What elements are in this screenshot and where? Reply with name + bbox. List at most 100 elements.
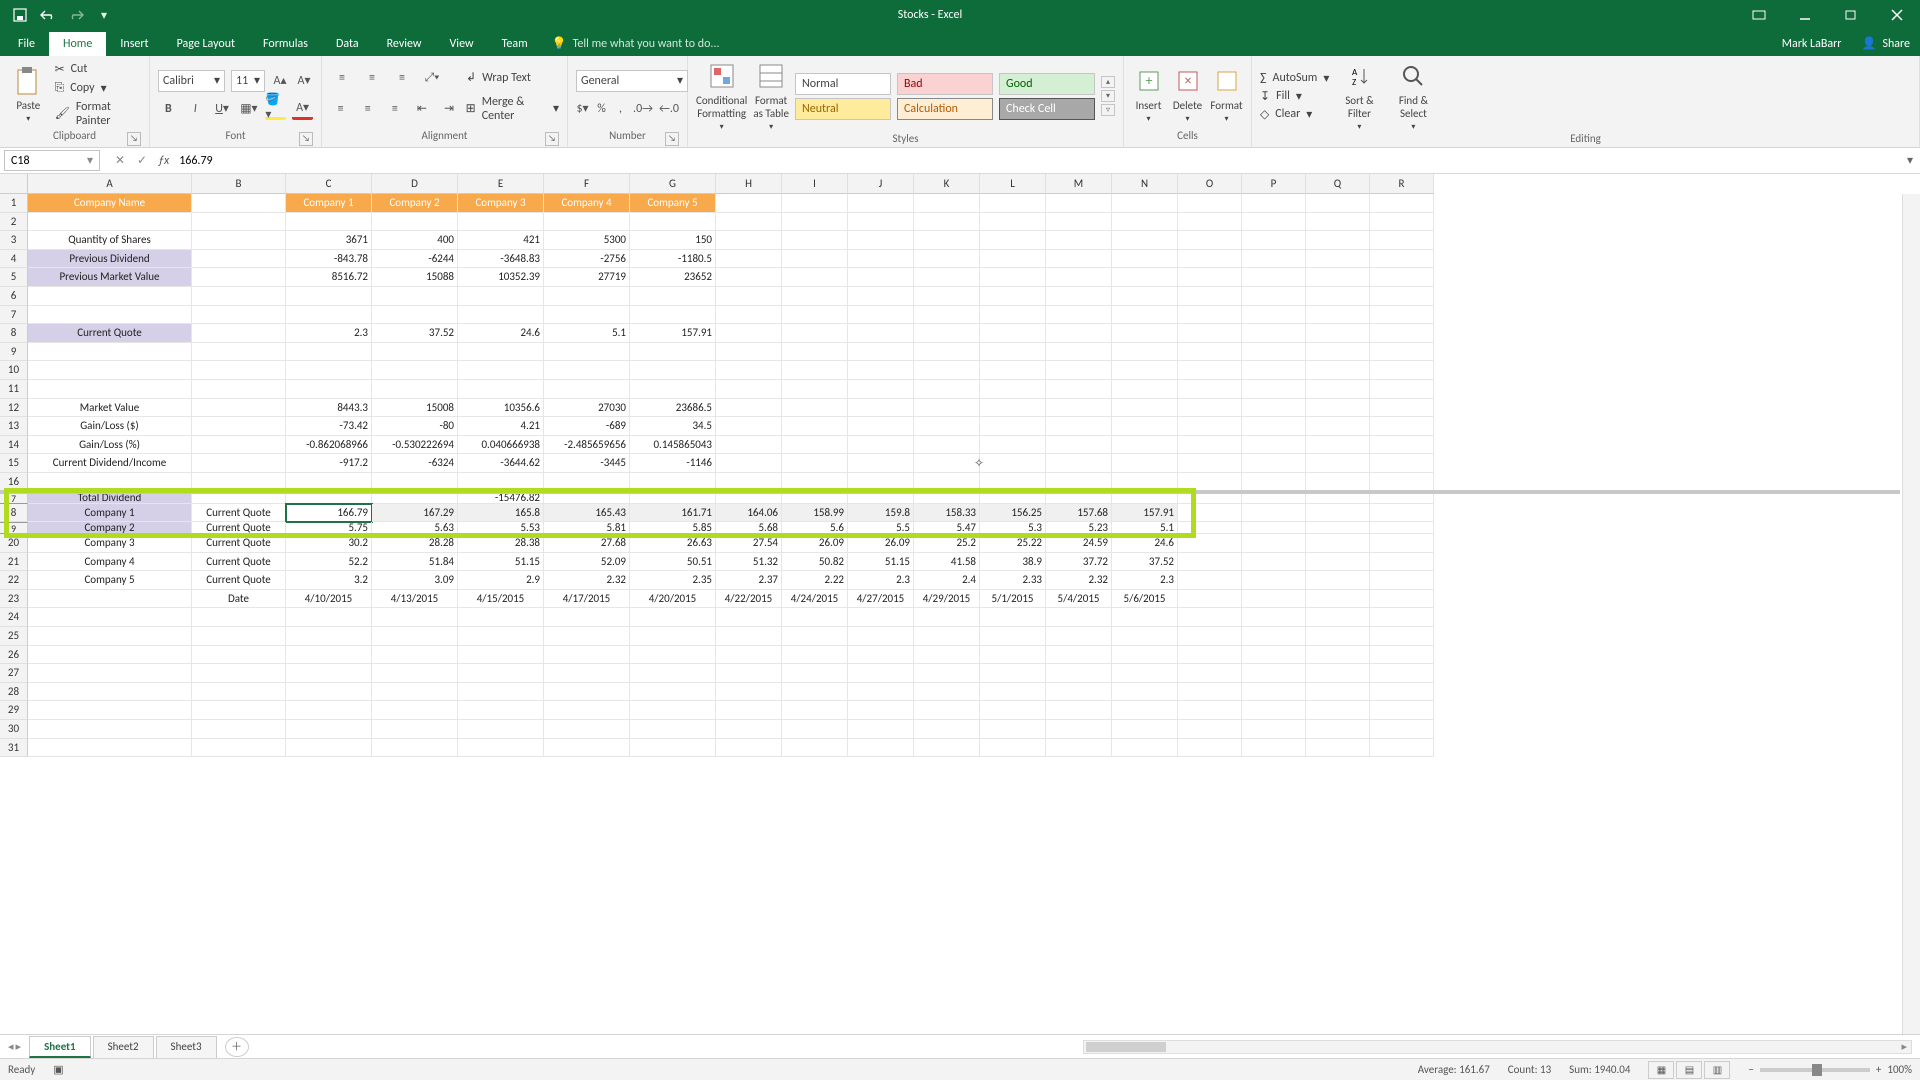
cell[interactable] bbox=[716, 361, 782, 380]
fx-icon[interactable]: ƒx bbox=[158, 154, 175, 168]
cell[interactable] bbox=[1178, 306, 1242, 325]
cell[interactable] bbox=[372, 343, 458, 362]
styles-more-icon[interactable]: ▿ bbox=[1101, 104, 1115, 116]
cell[interactable] bbox=[1046, 250, 1112, 269]
cell[interactable] bbox=[1306, 608, 1370, 627]
cell[interactable] bbox=[458, 380, 544, 399]
align-bottom-icon[interactable]: ≡ bbox=[390, 67, 414, 89]
number-launcher-icon[interactable]: ↘ bbox=[665, 132, 679, 146]
cell[interactable] bbox=[1242, 720, 1306, 739]
cell[interactable] bbox=[980, 646, 1046, 665]
cell[interactable]: Quantity of Shares bbox=[28, 231, 192, 250]
cell[interactable] bbox=[848, 608, 914, 627]
cell[interactable] bbox=[630, 664, 716, 683]
cell[interactable]: 10356.6 bbox=[458, 399, 544, 418]
cell[interactable] bbox=[286, 739, 372, 758]
style-neutral[interactable]: Neutral bbox=[795, 98, 891, 120]
cell[interactable] bbox=[630, 306, 716, 325]
cell[interactable] bbox=[1306, 268, 1370, 287]
cell[interactable] bbox=[1178, 664, 1242, 683]
cell[interactable] bbox=[848, 720, 914, 739]
cell[interactable]: 27.54 bbox=[716, 534, 782, 553]
sheet-nav-prev-icon[interactable]: ◂ bbox=[8, 1040, 14, 1053]
qat-customize-icon[interactable]: ▾ bbox=[92, 3, 116, 27]
align-right-icon[interactable]: ≡ bbox=[384, 98, 405, 120]
cell[interactable] bbox=[848, 306, 914, 325]
cell[interactable] bbox=[1242, 454, 1306, 473]
cell[interactable] bbox=[286, 683, 372, 702]
cell[interactable] bbox=[1046, 739, 1112, 758]
cell[interactable] bbox=[1112, 231, 1178, 250]
cell[interactable] bbox=[1306, 417, 1370, 436]
tab-page-layout[interactable]: Page Layout bbox=[163, 32, 249, 56]
cell[interactable] bbox=[458, 664, 544, 683]
cell[interactable] bbox=[1306, 590, 1370, 609]
cell[interactable] bbox=[458, 343, 544, 362]
cell[interactable]: 3.2 bbox=[286, 571, 372, 590]
cell[interactable]: Company Name bbox=[28, 194, 192, 213]
cell[interactable]: 5.47 bbox=[914, 522, 980, 534]
cell[interactable] bbox=[1242, 417, 1306, 436]
merge-center-button[interactable]: ⊞Merge & Center ▾ bbox=[466, 95, 559, 123]
tab-insert[interactable]: Insert bbox=[106, 32, 162, 56]
cell[interactable]: Current Dividend/Income bbox=[28, 454, 192, 473]
cell[interactable]: -843.78 bbox=[286, 250, 372, 269]
cell[interactable] bbox=[1046, 361, 1112, 380]
row-header[interactable]: 10 bbox=[0, 361, 28, 380]
row-header[interactable]: 15 bbox=[0, 454, 28, 473]
cell[interactable] bbox=[630, 361, 716, 380]
cell[interactable] bbox=[980, 739, 1046, 758]
align-left-icon[interactable]: ≡ bbox=[330, 98, 351, 120]
cell[interactable] bbox=[630, 701, 716, 720]
cell[interactable]: 15008 bbox=[372, 399, 458, 418]
cell[interactable]: -1180.5 bbox=[630, 250, 716, 269]
cell[interactable]: 159.8 bbox=[848, 504, 914, 523]
cell[interactable]: 27030 bbox=[544, 399, 630, 418]
cell[interactable] bbox=[1112, 454, 1178, 473]
cell[interactable] bbox=[914, 380, 980, 399]
cell[interactable] bbox=[980, 627, 1046, 646]
autosum-button[interactable]: ∑AutoSum ▾ bbox=[1260, 71, 1329, 86]
cell[interactable] bbox=[630, 287, 716, 306]
cell[interactable]: Previous Dividend bbox=[28, 250, 192, 269]
cell[interactable]: 2.3 bbox=[286, 324, 372, 343]
cell[interactable] bbox=[848, 324, 914, 343]
cell[interactable] bbox=[1370, 287, 1434, 306]
tab-view[interactable]: View bbox=[436, 32, 488, 56]
cell[interactable] bbox=[544, 646, 630, 665]
cell[interactable] bbox=[914, 646, 980, 665]
cell[interactable] bbox=[1370, 417, 1434, 436]
column-headers[interactable]: ABCDEFGHIJKLMNOPQR bbox=[28, 174, 1434, 194]
cell[interactable] bbox=[1242, 231, 1306, 250]
cell[interactable] bbox=[914, 720, 980, 739]
cell[interactable]: Company 3 bbox=[28, 534, 192, 553]
cell[interactable]: 4/22/2015 bbox=[716, 590, 782, 609]
cell[interactable] bbox=[544, 380, 630, 399]
cell[interactable] bbox=[192, 213, 286, 232]
tab-file[interactable]: File bbox=[4, 32, 49, 56]
cell[interactable] bbox=[286, 213, 372, 232]
cell[interactable] bbox=[980, 250, 1046, 269]
sheet-tab[interactable]: Sheet1 bbox=[29, 1036, 91, 1058]
cell[interactable]: Company 5 bbox=[630, 194, 716, 213]
cell[interactable]: 5.75 bbox=[286, 522, 372, 534]
macro-record-icon[interactable]: ▣ bbox=[53, 1063, 63, 1076]
cell[interactable] bbox=[372, 380, 458, 399]
cell[interactable]: Current Quote bbox=[192, 522, 286, 534]
cell[interactable] bbox=[458, 646, 544, 665]
conditional-formatting-button[interactable]: Conditional Formatting▾ bbox=[696, 60, 747, 132]
cell[interactable] bbox=[914, 361, 980, 380]
cell[interactable] bbox=[980, 194, 1046, 213]
col-header-I[interactable]: I bbox=[782, 174, 848, 194]
tab-data[interactable]: Data bbox=[322, 32, 373, 56]
cell[interactable] bbox=[1242, 287, 1306, 306]
cell[interactable] bbox=[286, 720, 372, 739]
cell[interactable] bbox=[1046, 324, 1112, 343]
cell[interactable] bbox=[544, 287, 630, 306]
cell[interactable] bbox=[1242, 250, 1306, 269]
cell[interactable]: 5.5 bbox=[848, 522, 914, 534]
cell[interactable]: Company 5 bbox=[28, 571, 192, 590]
cell[interactable] bbox=[1370, 361, 1434, 380]
cell[interactable] bbox=[630, 608, 716, 627]
cell[interactable] bbox=[1178, 250, 1242, 269]
